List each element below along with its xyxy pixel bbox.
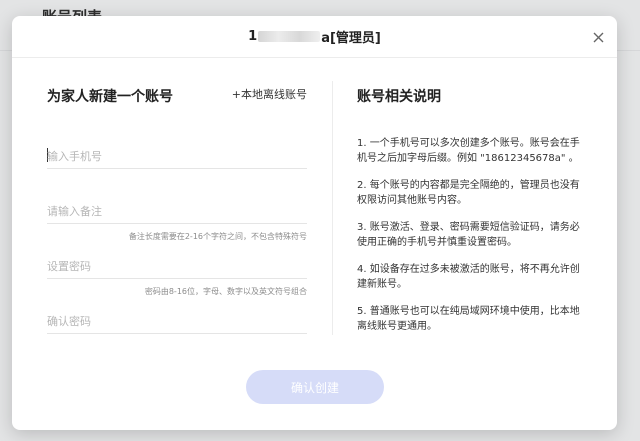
form-title: 为家人新建一个账号: [47, 89, 173, 105]
add-offline-account-link[interactable]: +本地离线账号: [232, 86, 307, 102]
create-account-dialog: 1 a[管理员] 为家人新建一个账号 +本地离线账号 备注长度需要在2-16个字…: [12, 16, 617, 430]
dialog-title-suffix: a[管理员]: [321, 31, 381, 46]
masked-phone-number: [258, 31, 321, 42]
confirm-password-input[interactable]: [47, 310, 307, 334]
password-input[interactable]: [47, 255, 307, 279]
remark-hint: 备注长度需要在2-16个字符之间，不包含特殊符号: [128, 232, 307, 241]
close-button[interactable]: [589, 28, 607, 46]
note-item: 3. 账号激活、登录、密码需要短信验证码，请务必使用正确的手机号并慎重设置密码。: [357, 222, 580, 248]
dialog-title-prefix: 1: [248, 29, 258, 44]
phone-input[interactable]: [47, 145, 307, 169]
dialog-title: 1 a[管理员]: [248, 27, 381, 46]
note-item: 4. 如设备存在过多未被激活的账号，将不再允许创建新账号。: [357, 264, 580, 290]
column-divider: [332, 81, 333, 335]
remark-input[interactable]: [47, 200, 307, 224]
close-icon: [593, 32, 603, 42]
note-item: 5. 普通账号也可以在纯局域网环境中使用，比本地离线账号更通用。: [357, 306, 580, 332]
info-title: 账号相关说明: [357, 89, 441, 105]
password-hint: 密码由8-16位，字母、数字以及英文符号组合: [144, 287, 307, 296]
confirm-create-button[interactable]: 确认创建: [246, 370, 384, 404]
note-item: 2. 每个账号的内容都是完全隔绝的，管理员也没有权限访问其他账号内容。: [357, 180, 580, 206]
notes-list: 1. 一个手机号可以多次创建多个账号。账号会在手机号之后加字母后缀。例如 "18…: [357, 136, 585, 346]
note-item: 1. 一个手机号可以多次创建多个账号。账号会在手机号之后加字母后缀。例如 "18…: [357, 138, 580, 164]
dialog-header: 1 a[管理员]: [12, 16, 617, 58]
